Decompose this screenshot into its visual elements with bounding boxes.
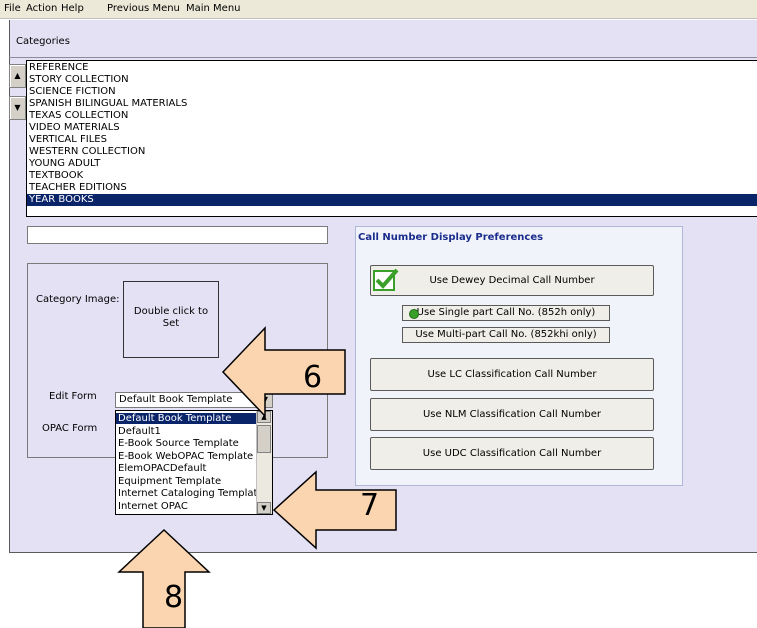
callout-overlay: [117, 326, 397, 628]
callout-arrow-6: [221, 326, 346, 418]
callout-number-6: 6: [303, 360, 323, 395]
callout-number-8: 8: [164, 580, 184, 615]
callout-number-7: 7: [360, 488, 380, 523]
